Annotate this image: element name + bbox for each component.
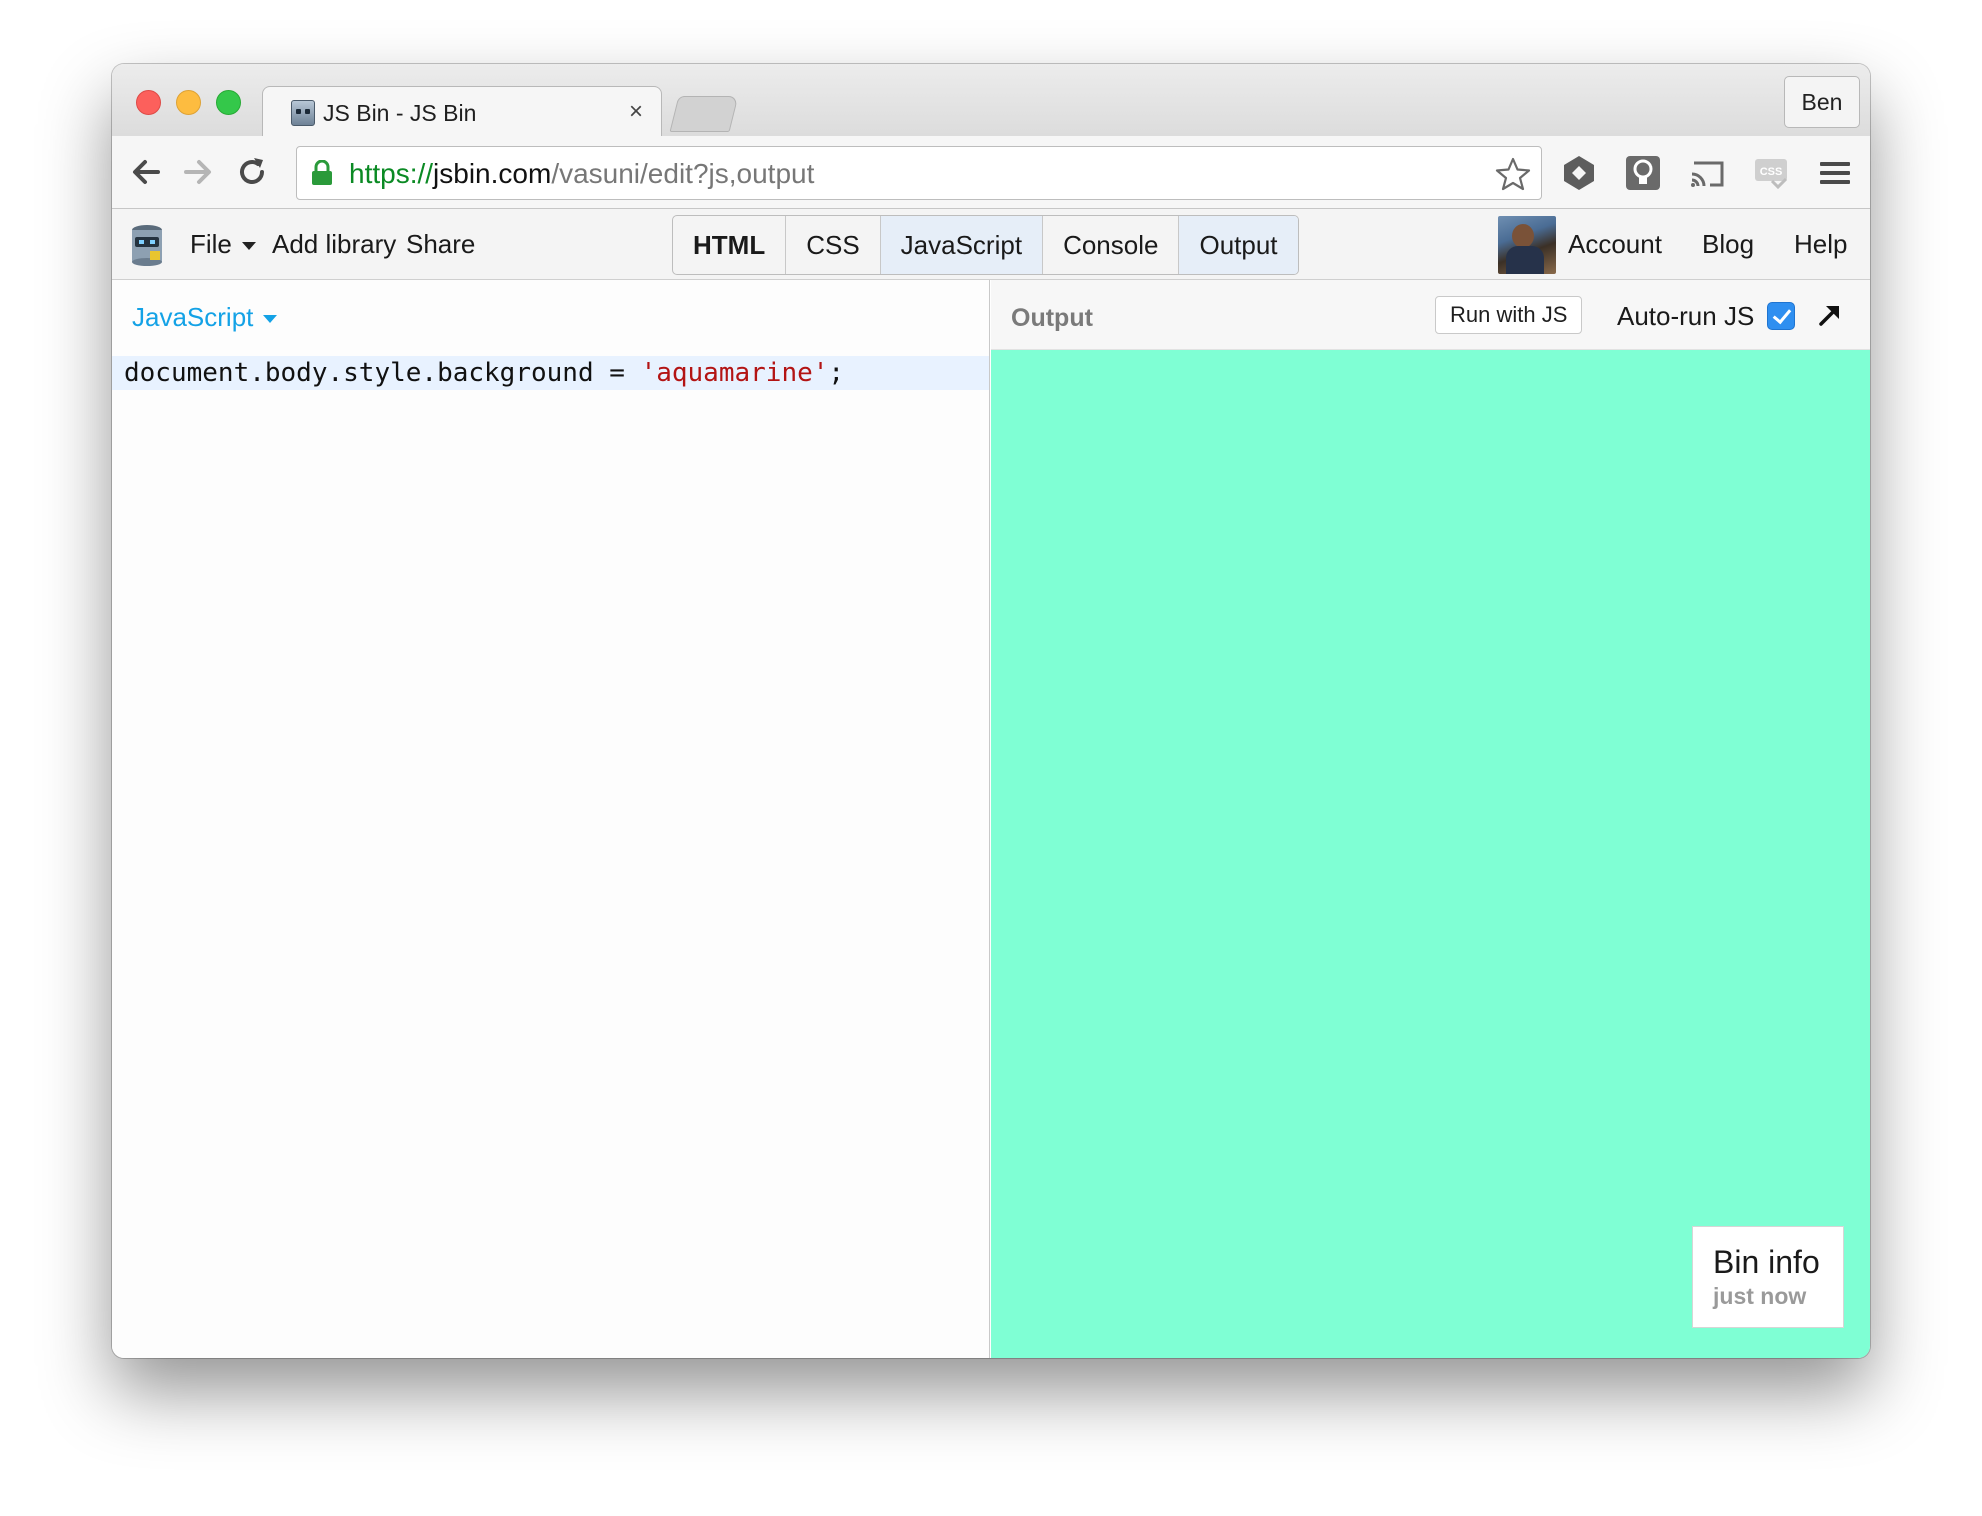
tab-css[interactable]: CSS: [786, 216, 881, 274]
blog-link[interactable]: Blog: [1702, 229, 1754, 259]
maximize-window-button[interactable]: [216, 90, 241, 115]
avatar[interactable]: [1498, 216, 1556, 274]
javascript-editor-pane[interactable]: JavaScript document.body.style.backgroun…: [112, 280, 990, 1358]
title-bar: JS Bin - JS Bin × Ben: [112, 64, 1870, 136]
popout-arrow-icon[interactable]: [1815, 300, 1845, 330]
jsbin-menu-bar: File Add library Share HTML CSS JavaScri…: [112, 209, 1870, 280]
autorun-label: Auto-run JS: [1617, 301, 1755, 331]
account-link[interactable]: Account: [1568, 229, 1662, 259]
tab-javascript[interactable]: JavaScript: [880, 216, 1044, 274]
extension-lightbulb-icon[interactable]: [1624, 154, 1662, 192]
chevron-down-icon: [263, 315, 278, 324]
run-with-js-button[interactable]: Run with JS: [1435, 296, 1583, 334]
svg-text:CSS: CSS: [1760, 166, 1783, 178]
autorun-checkbox[interactable]: [1767, 302, 1795, 330]
cast-icon[interactable]: [1688, 154, 1726, 192]
lock-icon: [312, 160, 332, 185]
jsbin-favicon-icon: [291, 100, 315, 126]
browser-toolbar: https://jsbin.com/vasuni/edit?js,output …: [112, 136, 1870, 209]
code-line[interactable]: document.body.style.background = 'aquama…: [112, 356, 989, 390]
browser-window: JS Bin - JS Bin × Ben https://jsbin.com/…: [112, 64, 1870, 1358]
editor-language-select[interactable]: JavaScript: [132, 302, 278, 332]
bookmark-star-icon[interactable]: [1495, 157, 1531, 191]
tab-console[interactable]: Console: [1043, 216, 1180, 274]
add-library-menu[interactable]: Add library: [272, 229, 396, 259]
url-text: https://jsbin.com/vasuni/edit?js,output: [349, 158, 815, 189]
chevron-down-icon: [241, 242, 256, 251]
back-icon[interactable]: [128, 154, 164, 190]
new-tab-button[interactable]: [669, 96, 739, 132]
output-title: Output: [1011, 304, 1093, 332]
share-menu[interactable]: Share: [406, 229, 475, 259]
output-pane: Output Run with JS Auto-run JS Bin info …: [991, 280, 1870, 1358]
profile-button[interactable]: Ben: [1784, 76, 1860, 128]
output-header: Output Run with JS Auto-run JS: [991, 280, 1870, 350]
tab-html[interactable]: HTML: [673, 216, 787, 274]
help-link[interactable]: Help: [1794, 229, 1847, 259]
panel-toggle-group: HTML CSS JavaScript Console Output: [672, 215, 1299, 275]
address-bar[interactable]: https://jsbin.com/vasuni/edit?js,output: [296, 146, 1542, 200]
jsbin-logo-icon[interactable]: [130, 223, 164, 267]
tab-title: JS Bin - JS Bin: [323, 99, 477, 126]
forward-icon[interactable]: [180, 154, 216, 190]
bin-info-panel[interactable]: Bin info just now: [1692, 1226, 1844, 1328]
css-extension-icon[interactable]: CSS: [1752, 154, 1790, 192]
tab-close-icon[interactable]: ×: [629, 98, 643, 125]
minimize-window-button[interactable]: [176, 90, 201, 115]
file-menu[interactable]: File: [190, 229, 256, 259]
browser-menu-icon[interactable]: [1816, 154, 1854, 192]
extension-hexagon-icon[interactable]: [1560, 154, 1598, 192]
tab-output[interactable]: Output: [1179, 216, 1298, 274]
bin-info-time: just now: [1713, 1283, 1807, 1309]
browser-tab[interactable]: JS Bin - JS Bin ×: [262, 86, 662, 136]
bin-info-title: Bin info: [1713, 1244, 1820, 1280]
close-window-button[interactable]: [136, 90, 161, 115]
reload-icon[interactable]: [234, 154, 270, 190]
